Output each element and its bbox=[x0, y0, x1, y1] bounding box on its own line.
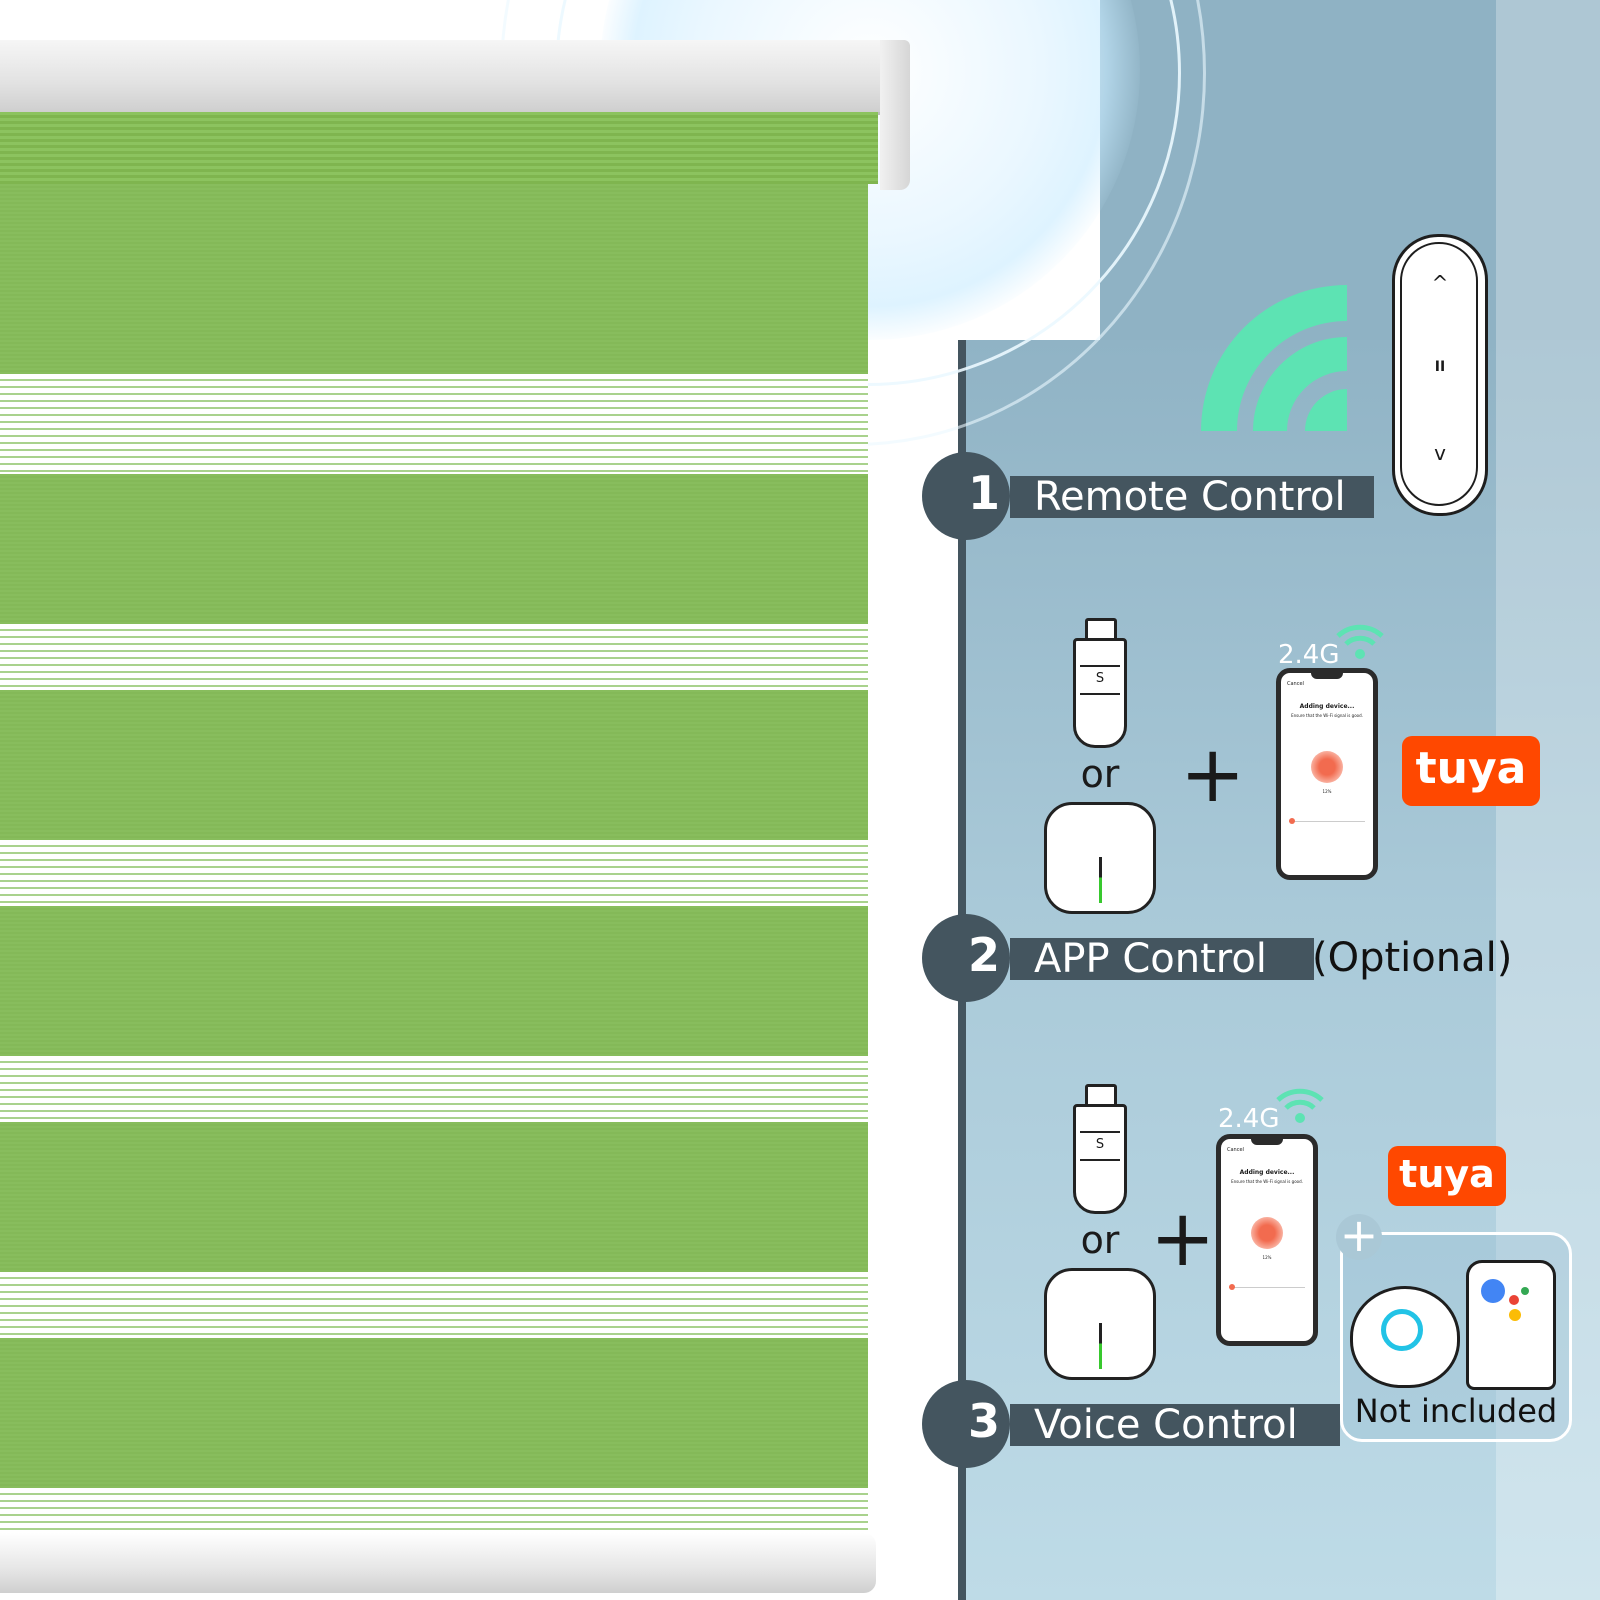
phone-search-icon bbox=[1251, 1217, 1283, 1249]
phone-title: Adding device... bbox=[1299, 703, 1355, 710]
not-included-label: Not included bbox=[1354, 1392, 1558, 1430]
blind-stripe-opaque bbox=[0, 184, 868, 374]
blind-stripe-opaque bbox=[0, 1338, 868, 1488]
blind-stripe-sheer bbox=[0, 1056, 868, 1122]
google-home-icon bbox=[1466, 1260, 1556, 1390]
remote-control-icon: ^ II v bbox=[1392, 234, 1488, 516]
feature-number-1: 1 bbox=[968, 466, 1001, 520]
or-label: or bbox=[1080, 1218, 1120, 1262]
wifi-signal-icon bbox=[1201, 285, 1347, 431]
usb-dongle-icon: S bbox=[1073, 1104, 1127, 1214]
feature-label-remote-control: Remote Control bbox=[1010, 476, 1374, 518]
plus-icon: + bbox=[1339, 1208, 1379, 1262]
phone-cancel: Cancel bbox=[1287, 681, 1304, 687]
feature-label-voice-control: Voice Control bbox=[1010, 1404, 1340, 1446]
remote-stop-button: II bbox=[1434, 359, 1446, 375]
usb-button-label: S bbox=[1095, 671, 1105, 686]
phone-title: Adding device... bbox=[1239, 1169, 1295, 1176]
phone-icon: Cancel Adding device... Ensure that the … bbox=[1276, 668, 1378, 880]
optional-label: (Optional) bbox=[1312, 935, 1513, 981]
blind-stripe-sheer bbox=[0, 1488, 868, 1535]
feature-number-3: 3 bbox=[968, 1394, 1001, 1448]
blind-head-rail bbox=[0, 40, 905, 115]
alexa-speaker-icon bbox=[1350, 1286, 1460, 1388]
usb-button-label: S bbox=[1095, 1137, 1105, 1152]
phone-progress: 12% bbox=[1322, 789, 1332, 794]
plus-icon: + bbox=[1150, 1194, 1216, 1284]
or-label: or bbox=[1080, 752, 1120, 796]
feature-label-app-control: APP Control bbox=[1010, 938, 1314, 980]
blind-roller bbox=[0, 112, 878, 184]
blind-stripe-sheer bbox=[0, 1272, 868, 1338]
wifi-icon bbox=[1336, 624, 1384, 659]
phone-search-icon bbox=[1311, 751, 1343, 783]
remote-down-button: v bbox=[1434, 441, 1446, 465]
band-label: 2.4G bbox=[1278, 640, 1340, 670]
wifi-icon bbox=[1276, 1088, 1324, 1123]
zebra-blind bbox=[0, 110, 868, 1535]
phone-icon: Cancel Adding device... Ensure that the … bbox=[1216, 1134, 1318, 1346]
tuya-logo: tuya bbox=[1388, 1146, 1506, 1206]
blind-stripe-sheer bbox=[0, 374, 868, 474]
blind-stripe-opaque bbox=[0, 1122, 868, 1272]
usb-dongle-icon: S bbox=[1073, 638, 1127, 748]
gateway-hub-icon bbox=[1044, 802, 1156, 914]
phone-hint: Ensure that the Wi-Fi signal is good. bbox=[1291, 713, 1363, 718]
blind-stripe-opaque bbox=[0, 690, 868, 840]
phone-hint: Ensure that the Wi-Fi signal is good. bbox=[1231, 1179, 1303, 1184]
phone-progress: 12% bbox=[1262, 1255, 1272, 1260]
feature-number-2: 2 bbox=[968, 928, 1001, 982]
blind-stripe-sheer bbox=[0, 624, 868, 690]
blind-stripe-sheer bbox=[0, 840, 868, 906]
blind-bottom-rail bbox=[0, 1533, 876, 1593]
blind-stripe-opaque bbox=[0, 906, 868, 1056]
blind-end-cap bbox=[880, 40, 910, 190]
phone-cancel: Cancel bbox=[1227, 1147, 1244, 1153]
remote-up-button: ^ bbox=[1431, 271, 1449, 295]
plus-icon: + bbox=[1180, 730, 1246, 820]
gateway-hub-icon bbox=[1044, 1268, 1156, 1380]
blind-stripe-opaque bbox=[0, 474, 868, 624]
band-label: 2.4G bbox=[1218, 1104, 1280, 1134]
tuya-logo: tuya bbox=[1402, 736, 1540, 806]
